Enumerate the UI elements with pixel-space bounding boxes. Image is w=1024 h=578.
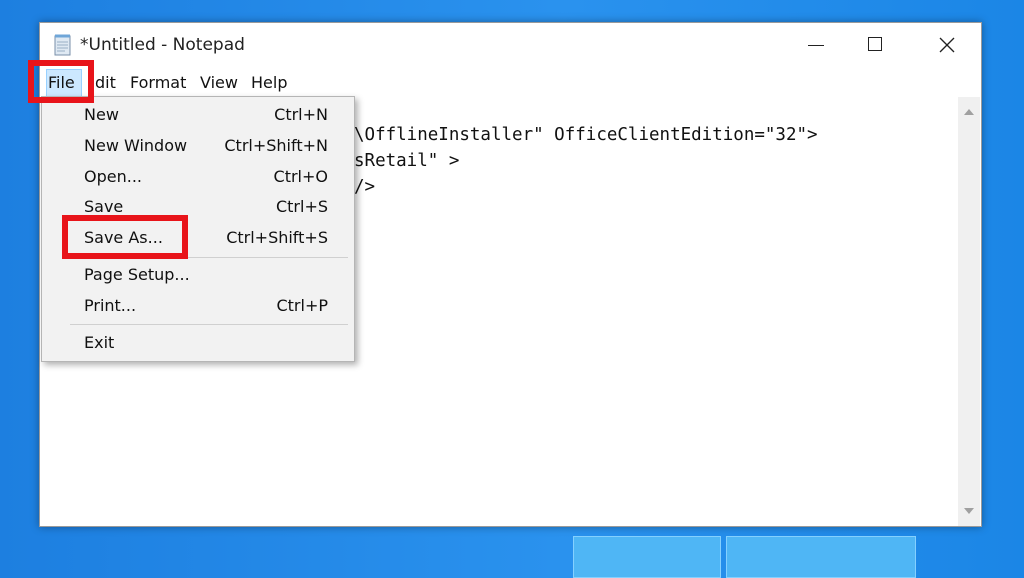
- menu-item-shortcut: Ctrl+P: [276, 296, 328, 315]
- scroll-down-icon[interactable]: [958, 500, 980, 522]
- menu-item-shortcut: Ctrl+N: [274, 105, 328, 124]
- menu-item-shortcut: Ctrl+Shift+S: [226, 228, 328, 247]
- menu-item-print[interactable]: Print... Ctrl+P: [42, 292, 354, 320]
- close-icon: [939, 37, 955, 53]
- menu-item-shortcut: Ctrl+S: [275, 197, 328, 216]
- menu-item-open[interactable]: Open... Ctrl+O: [42, 163, 354, 191]
- editor-line: />: [354, 177, 376, 197]
- notepad-icon: [54, 34, 72, 56]
- menu-item-label: Print...: [84, 296, 137, 315]
- editor-line: \OfflineInstaller" OfficeClientEdition="…: [354, 125, 818, 145]
- desktop-taskbar-tile: [573, 536, 721, 578]
- menu-item-new[interactable]: New Ctrl+N: [42, 101, 354, 129]
- save-as-callout: [62, 215, 188, 259]
- menu-bar: File dit Format View Help: [40, 67, 981, 97]
- menu-item-label: Open...: [84, 167, 142, 186]
- vertical-scrollbar[interactable]: [958, 97, 980, 526]
- window-title: *Untitled - Notepad: [80, 35, 245, 55]
- menu-item-shortcut: Ctrl+O: [273, 167, 328, 186]
- desktop-taskbar-tile: [726, 536, 916, 578]
- menu-item-label: New Window: [84, 136, 188, 155]
- close-button[interactable]: [916, 23, 976, 67]
- file-menu-callout: [28, 60, 94, 103]
- menu-item-page-setup[interactable]: Page Setup...: [42, 261, 354, 289]
- menu-item-label: Exit: [84, 333, 115, 352]
- menu-item-exit[interactable]: Exit: [42, 329, 354, 357]
- menu-edit[interactable]: dit: [95, 73, 116, 92]
- menu-item-label: New: [84, 105, 119, 124]
- scroll-up-icon[interactable]: [958, 101, 980, 123]
- menu-help[interactable]: Help: [251, 73, 287, 92]
- menu-view[interactable]: View: [200, 73, 238, 92]
- title-bar: *Untitled - Notepad: [40, 23, 981, 67]
- menu-item-label: Page Setup...: [84, 265, 190, 284]
- menu-item-shortcut: Ctrl+Shift+N: [224, 136, 328, 155]
- menu-item-new-window[interactable]: New Window Ctrl+Shift+N: [42, 132, 354, 160]
- menu-separator: [70, 324, 348, 325]
- minimize-button[interactable]: [786, 23, 846, 67]
- editor-line: sRetail" >: [354, 151, 460, 171]
- maximize-button[interactable]: [846, 23, 906, 67]
- menu-format[interactable]: Format: [130, 73, 186, 92]
- menu-item-label: Save: [84, 197, 124, 216]
